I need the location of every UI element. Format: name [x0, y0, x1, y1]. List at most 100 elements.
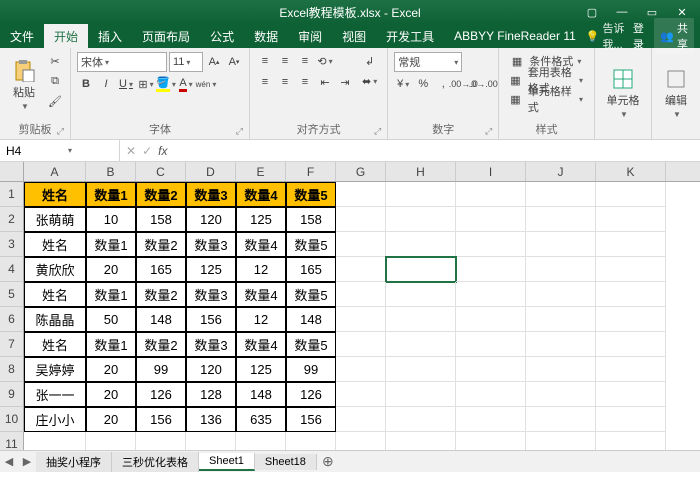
cell[interactable]: [386, 382, 456, 407]
row-header[interactable]: 9: [0, 382, 24, 407]
increase-indent-button[interactable]: ⇥: [336, 73, 354, 91]
tab-formulas[interactable]: 公式: [200, 24, 244, 48]
copy-button[interactable]: ⧉: [46, 72, 64, 90]
fill-color-button[interactable]: 🪣▾: [157, 75, 175, 93]
cell[interactable]: [456, 182, 526, 207]
align-right-button[interactable]: ≡: [296, 73, 314, 91]
cell[interactable]: 148: [136, 307, 186, 332]
column-header[interactable]: G: [336, 162, 386, 181]
align-top-button[interactable]: ≡: [256, 52, 274, 70]
cell[interactable]: 数量3: [186, 332, 236, 357]
cell[interactable]: [456, 332, 526, 357]
cell[interactable]: [456, 307, 526, 332]
column-header[interactable]: A: [24, 162, 86, 181]
column-header[interactable]: D: [186, 162, 236, 181]
cell[interactable]: [386, 207, 456, 232]
wrap-text-button[interactable]: ↲: [358, 52, 381, 70]
cell[interactable]: 156: [286, 407, 336, 432]
row-header[interactable]: 3: [0, 232, 24, 257]
cell[interactable]: [336, 332, 386, 357]
cell[interactable]: 125: [236, 207, 286, 232]
cell[interactable]: 148: [236, 382, 286, 407]
tab-insert[interactable]: 插入: [88, 24, 132, 48]
cell[interactable]: [456, 407, 526, 432]
select-all-corner[interactable]: [0, 162, 24, 181]
cell[interactable]: [596, 257, 666, 282]
sheet-tab-2[interactable]: 三秒优化表格: [112, 452, 199, 472]
cell[interactable]: 数量1: [86, 182, 136, 207]
cell[interactable]: 数量2: [136, 232, 186, 257]
cell[interactable]: [456, 207, 526, 232]
percent-button[interactable]: %: [414, 75, 432, 93]
cell[interactable]: 数量4: [236, 332, 286, 357]
cell[interactable]: [596, 282, 666, 307]
underline-button[interactable]: U▾: [117, 75, 135, 93]
column-header[interactable]: E: [236, 162, 286, 181]
column-header[interactable]: J: [526, 162, 596, 181]
cell[interactable]: 姓名: [24, 282, 86, 307]
cell[interactable]: 数量4: [236, 182, 286, 207]
cell[interactable]: [596, 182, 666, 207]
border-button[interactable]: ⊞▾: [137, 75, 155, 93]
cell[interactable]: [596, 332, 666, 357]
cell[interactable]: 数量3: [186, 282, 236, 307]
cell[interactable]: [336, 407, 386, 432]
cell[interactable]: [386, 357, 456, 382]
cell[interactable]: [336, 282, 386, 307]
cell[interactable]: [386, 332, 456, 357]
cell[interactable]: 数量5: [286, 232, 336, 257]
font-name-select[interactable]: 宋体▾: [77, 52, 167, 72]
sheet-tab-3[interactable]: Sheet1: [199, 453, 255, 471]
row-header[interactable]: 5: [0, 282, 24, 307]
add-sheet-button[interactable]: ⊕: [317, 453, 339, 470]
cell[interactable]: 庄小小: [24, 407, 86, 432]
tab-review[interactable]: 审阅: [288, 24, 332, 48]
cell[interactable]: [526, 382, 596, 407]
increase-font-button[interactable]: A▴: [205, 53, 223, 71]
cell[interactable]: 数量4: [236, 282, 286, 307]
cell[interactable]: [386, 232, 456, 257]
cell[interactable]: 158: [286, 207, 336, 232]
cell[interactable]: 158: [136, 207, 186, 232]
cells-button[interactable]: 单元格▼: [599, 50, 647, 136]
cell[interactable]: 148: [286, 307, 336, 332]
number-format-select[interactable]: 常规▾: [394, 52, 462, 72]
cell[interactable]: 126: [136, 382, 186, 407]
cell[interactable]: [526, 407, 596, 432]
cell[interactable]: 128: [186, 382, 236, 407]
row-header[interactable]: 8: [0, 357, 24, 382]
cell[interactable]: [526, 182, 596, 207]
row-header[interactable]: 1: [0, 182, 24, 207]
cell[interactable]: 20: [86, 407, 136, 432]
align-bottom-button[interactable]: ≡: [296, 52, 314, 70]
accounting-format-button[interactable]: ¥▾: [394, 75, 412, 93]
cell[interactable]: 126: [286, 382, 336, 407]
launcher-icon[interactable]: ⤢: [485, 126, 492, 137]
paste-button[interactable]: 粘贴 ▼: [4, 50, 44, 120]
cell[interactable]: 12: [236, 257, 286, 282]
enter-icon[interactable]: ✓: [142, 144, 152, 158]
row-header[interactable]: 2: [0, 207, 24, 232]
cell[interactable]: 10: [86, 207, 136, 232]
format-painter-button[interactable]: 🖌: [46, 92, 64, 110]
cell[interactable]: 陈晶晶: [24, 307, 86, 332]
row-header[interactable]: 6: [0, 307, 24, 332]
cell[interactable]: [596, 407, 666, 432]
tab-view[interactable]: 视图: [332, 24, 376, 48]
cell[interactable]: 99: [286, 357, 336, 382]
cell[interactable]: [526, 232, 596, 257]
cell[interactable]: 99: [136, 357, 186, 382]
cell[interactable]: [596, 382, 666, 407]
cell[interactable]: 数量1: [86, 332, 136, 357]
cell[interactable]: [336, 232, 386, 257]
cell[interactable]: [386, 407, 456, 432]
row-header[interactable]: 10: [0, 407, 24, 432]
name-box-input[interactable]: [6, 144, 66, 158]
cell[interactable]: 156: [136, 407, 186, 432]
cell[interactable]: [456, 357, 526, 382]
cell[interactable]: 136: [186, 407, 236, 432]
decrease-decimal-button[interactable]: .0→.00: [474, 75, 492, 93]
column-header[interactable]: H: [386, 162, 456, 181]
cell[interactable]: 数量3: [186, 182, 236, 207]
cell[interactable]: 120: [186, 207, 236, 232]
